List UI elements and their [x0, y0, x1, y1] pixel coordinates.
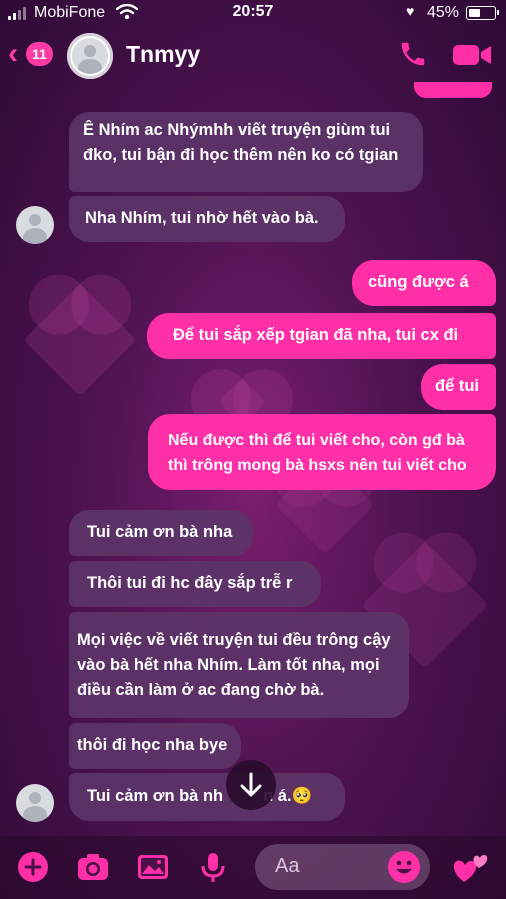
microphone-icon[interactable]: [196, 850, 230, 884]
message-input-placeholder: Aa: [275, 855, 300, 877]
chat-header: ‹ 11 Tnmyy: [0, 28, 506, 84]
message-incoming[interactable]: Ê Nhím ac Nhýmhh viết truyện giùm tui đk…: [69, 112, 423, 192]
contact-name[interactable]: Tnmyy: [126, 41, 200, 68]
message-text: Tui cảm ơn bà nh: [87, 787, 224, 805]
arrow-down-icon: [240, 772, 262, 797]
heart-status-icon: ♥: [406, 3, 415, 19]
header-indicator: [414, 82, 492, 98]
scroll-to-bottom-button[interactable]: [226, 760, 276, 810]
message-incoming[interactable]: Nha Nhím, tui nhờ hết vào bà.: [69, 196, 345, 242]
emoji-icon[interactable]: [388, 851, 420, 883]
message-incoming[interactable]: Thôi tui đi hc đây sắp trễ r: [69, 561, 321, 607]
plus-icon[interactable]: [16, 850, 50, 884]
battery-icon: [466, 6, 499, 20]
message-outgoing[interactable]: cũng được á: [352, 260, 496, 306]
composer-toolbar: Aa: [0, 836, 506, 899]
message-input[interactable]: Aa: [255, 844, 430, 890]
back-chevron-icon[interactable]: ‹: [8, 39, 18, 69]
message-incoming[interactable]: Tui cảm ơn bà nha: [69, 510, 253, 556]
sender-avatar[interactable]: [16, 784, 54, 822]
status-bar: MobiFone 20:57 ♥ 45%: [0, 0, 506, 26]
gallery-icon[interactable]: [136, 850, 170, 884]
hearts-icon[interactable]: [452, 848, 490, 884]
message-incoming[interactable]: thôi đi học nha bye: [69, 723, 241, 769]
message-outgoing[interactable]: Để tui sắp xếp tgian đã nha, tui cx đi: [147, 313, 496, 359]
contact-avatar[interactable]: [67, 33, 113, 79]
message-outgoing[interactable]: Nếu được thì để tui viết cho, còn gđ bà …: [148, 414, 496, 490]
camera-icon[interactable]: [76, 850, 110, 884]
message-outgoing[interactable]: để tui: [421, 364, 496, 410]
video-icon[interactable]: [452, 43, 492, 67]
message-incoming[interactable]: Mọi việc về viết truyện tui đều trông cậ…: [69, 612, 409, 718]
sender-avatar[interactable]: [16, 206, 54, 244]
phone-icon[interactable]: [398, 39, 428, 69]
battery-percent: 45%: [427, 4, 460, 21]
unread-badge[interactable]: 11: [26, 42, 53, 66]
message-incoming[interactable]: Tui cảm ơn bà nh n á.🥺: [69, 773, 345, 821]
background-heart: [23, 283, 137, 397]
